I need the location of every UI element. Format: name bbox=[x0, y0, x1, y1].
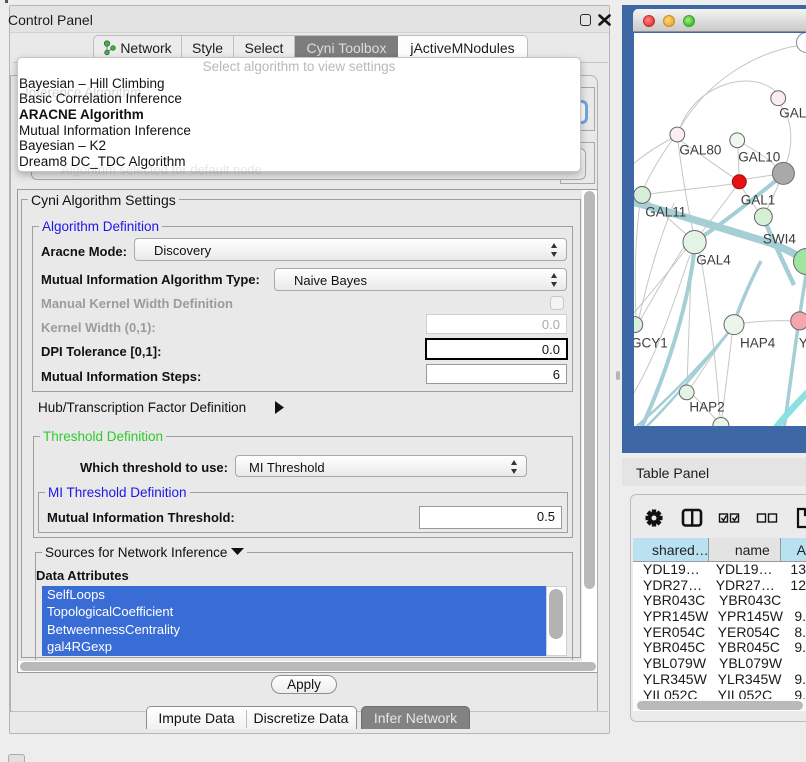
svg-text:SWI4: SWI4 bbox=[762, 232, 795, 247]
svg-text:HAP4: HAP4 bbox=[740, 336, 776, 351]
svg-text:GAL80: GAL80 bbox=[679, 143, 721, 158]
svg-text:HAP2: HAP2 bbox=[689, 400, 724, 415]
svg-text:GAL10: GAL10 bbox=[738, 150, 780, 165]
svg-text:GAL: GAL bbox=[779, 106, 806, 121]
svg-text:GAL1: GAL1 bbox=[740, 193, 775, 208]
svg-text:GAL11: GAL11 bbox=[645, 205, 686, 220]
svg-text:Y: Y bbox=[798, 336, 806, 351]
svg-text:GAL4: GAL4 bbox=[696, 253, 731, 268]
svg-text:GCY1: GCY1 bbox=[634, 336, 668, 351]
